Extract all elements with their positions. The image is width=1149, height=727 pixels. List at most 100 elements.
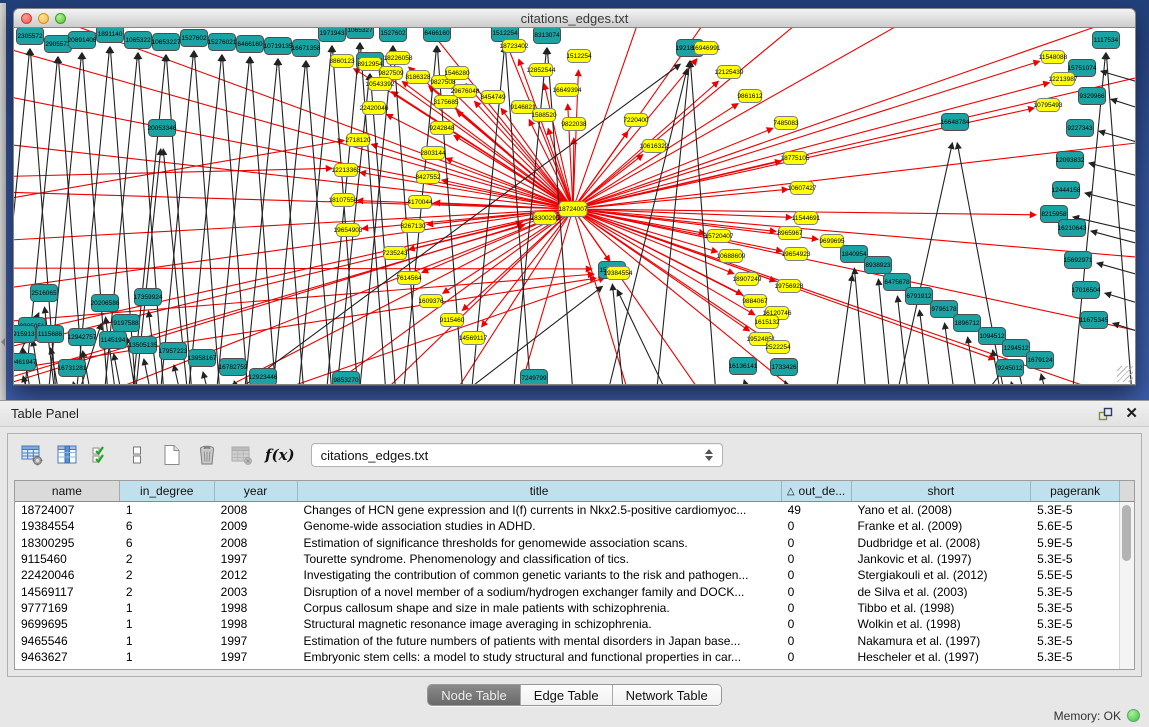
graph-node-label: 6466160 [237,41,263,48]
cell-short: Dudbridge et al. (2008) [851,536,1031,550]
table-row[interactable]: 1872400712008Changes of HCN gene express… [15,502,1120,518]
table-selector-dropdown[interactable]: citations_edges.txt [311,443,723,467]
table-row[interactable]: 2242004622012Investigating the contribut… [15,567,1120,583]
column-header-year[interactable]: year [215,481,298,501]
memory-status-label: Memory: OK [1054,709,1121,723]
table-panel-header: Table Panel ✕ [0,401,1149,427]
panel-collapse-arrow-icon[interactable] [1,338,5,346]
column-label: out_de... [799,484,846,498]
minimize-traffic-light[interactable] [38,13,49,24]
zoom-traffic-light[interactable] [55,13,66,24]
graph-node-label: 1094512 [979,333,1005,340]
table-settings-icon[interactable] [18,441,46,469]
column-header-out-de-[interactable]: △out_de... [782,481,852,501]
column-label: year [244,484,267,498]
network-canvas[interactable]: 2305572290557220891406189114010653221065… [13,28,1136,385]
cell-name: 9115460 [15,552,120,566]
graph-node-label: 9227343 [1067,125,1093,132]
scrollbar-thumb[interactable] [1122,505,1131,561]
dropdown-stepper-icon [705,449,713,461]
cell-title: Disruption of a novel member of a sodium… [298,585,782,599]
show-columns-icon[interactable] [53,441,81,469]
graph-node-label: 9827508 [430,79,456,86]
cell-year: 2008 [215,536,298,550]
graph-node-label: 16731281 [58,365,87,372]
graph-node-label: 7220400 [623,117,649,124]
select-rows-icon[interactable] [88,441,116,469]
cell-pagerank: 5.3E-5 [1031,601,1120,615]
network-svg[interactable]: 2305572290557220891406189114010653221065… [14,28,1135,384]
cell-title: Corpus callosum shape and size in male p… [298,601,782,615]
table-panel-body: f(x) citations_edges.txt namein_degree ye… [7,433,1142,677]
cell-out-de-: 0 [782,552,852,566]
column-header-title[interactable]: title [298,481,782,501]
graph-node-label: 11548088 [1039,54,1068,61]
graph-node-label: 15276021 [208,39,237,46]
graph-node-label: 11544691 [792,215,821,222]
float-panel-icon[interactable] [1098,407,1113,421]
graph-node-label: 1733426 [771,364,797,371]
graph-node-label: 2305572 [17,33,43,40]
tab-network-table[interactable]: Network Table [613,685,721,705]
graph-node-label: 7249799 [521,375,547,382]
column-header-name[interactable]: name [15,481,120,501]
column-header-in-degree[interactable]: in_degree [120,481,215,501]
close-traffic-light[interactable] [21,13,32,24]
table-row[interactable]: 977716911998Corpus callosum shape and si… [15,600,1120,616]
window-resize-grip[interactable] [1117,366,1133,382]
graph-node-label: 9861612 [737,93,763,100]
graph-node-label: 1588520 [531,112,557,119]
delete-entries-icon[interactable] [193,441,221,469]
row-height-icon[interactable] [123,441,151,469]
column-header-short[interactable]: short [852,481,1032,501]
cell-name: 18724007 [15,503,120,517]
column-label: pagerank [1050,484,1100,498]
network-desktop: citations_edges.txt 23055722905572208914… [0,0,1149,400]
graph-node-label: 20891406 [68,37,97,44]
cell-short: Stergiakouli et al. (2012) [851,568,1031,582]
cell-year: 2012 [215,568,298,582]
graph-node-label: 9146821 [510,104,536,111]
cell-pagerank: 5.3E-5 [1031,585,1120,599]
tab-node-table[interactable]: Node Table [428,685,521,705]
close-panel-icon[interactable]: ✕ [1125,406,1138,421]
cell-title: Embryonic stem cells: a model to study s… [298,650,782,664]
cell-short: Hescheler et al. (1997) [851,650,1031,664]
table-row[interactable]: 1830029562008Estimation of significance … [15,535,1120,551]
vertical-scrollbar[interactable] [1119,502,1134,669]
cell-year: 1998 [215,601,298,615]
cell-name: 14569117 [15,585,120,599]
graph-node-label: 10719135 [264,43,293,50]
table-row[interactable]: 1938455462009Genome-wide association stu… [15,518,1120,534]
graph-node-label: 9884067 [742,298,768,305]
column-label: short [927,484,954,498]
function-builder-icon[interactable]: f(x) [265,446,295,464]
table-row[interactable]: 969969511998Structural magnetic resonanc… [15,616,1120,632]
network-window-titlebar[interactable]: citations_edges.txt [13,8,1136,28]
graph-node-label: 8860123 [329,58,355,65]
destroy-table-icon[interactable] [228,441,256,469]
window-title: citations_edges.txt [94,11,1055,26]
graph-node-label: 8186328 [405,74,431,81]
table-row[interactable]: 946362711997Embryonic stem cells: a mode… [15,649,1120,665]
graph-node-label: 14569117 [459,335,488,342]
cell-title: Estimation of the future numbers of pati… [298,634,782,648]
graph-node-label: 9827509 [378,70,404,77]
tab-edge-table[interactable]: Edge Table [521,685,613,705]
graph-node-label: 8965967 [777,230,803,237]
create-table-icon[interactable] [158,441,186,469]
graph-node-label: 10607427 [788,185,817,192]
cell-out-de-: 0 [782,650,852,664]
graph-node-label: 12213987 [1049,76,1078,83]
cell-pagerank: 5.3E-5 [1031,617,1120,631]
graph-node-label: 8427552 [415,174,441,181]
graph-node-label: 19384554 [604,270,633,277]
graph-node-label: 8912954 [357,61,383,68]
column-header-pagerank[interactable]: pagerank [1031,481,1120,501]
table-row[interactable]: 911546021997Tourette syndrome. Phenomeno… [15,551,1120,567]
table-row[interactable]: 1456911722003Disruption of a novel membe… [15,583,1120,599]
cell-short: de Silva et al. (2003) [851,585,1031,599]
graph-node-label: 12213363 [332,167,361,174]
table-tabs: Node Table Edge Table Network Table [0,684,1149,706]
table-row[interactable]: 946554611997Estimation of the future num… [15,632,1120,648]
